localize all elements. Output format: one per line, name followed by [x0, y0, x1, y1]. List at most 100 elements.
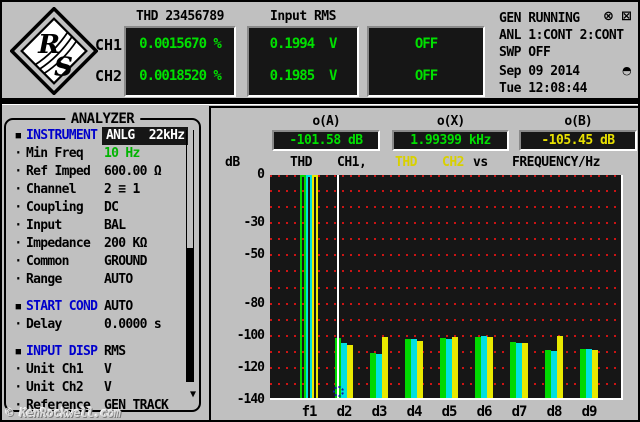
gridline — [270, 399, 621, 400]
menu-item-label: Delay — [26, 317, 62, 332]
y-tick-label: -50 — [243, 247, 265, 262]
gridline — [270, 190, 621, 192]
menu-item-ref-imped[interactable]: · Ref Imped 600.00 Ω — [10, 163, 192, 181]
chart-title-vs: vs — [473, 155, 488, 170]
menu-item-impedance[interactable]: · Impedance 200 KΩ — [10, 235, 192, 253]
x-tick-label-d9: d9 — [581, 404, 598, 420]
menu-item-range[interactable]: · Range AUTO — [10, 271, 192, 289]
menu-item-label: INSTRUMENT — [26, 128, 98, 143]
menu-item-value: 0.0000 s — [104, 317, 162, 332]
x-tick-label-f1: f1 — [301, 404, 318, 420]
thd-ch1-value: 0.0015670 % — [139, 36, 222, 52]
menu-item-label: Channel — [26, 182, 77, 197]
menu-item-value: V — [104, 380, 112, 395]
x-tick-label-d8: d8 — [546, 404, 563, 420]
thd-function-header: THD 23456789 — [136, 9, 224, 24]
date-indicator-icon: ◓ — [622, 64, 632, 77]
menu-item-channel[interactable]: · Channel 2 ≡ 1 — [10, 181, 192, 199]
input-rms-header: Input RMS — [270, 9, 336, 24]
item-bullet-icon: · — [14, 362, 22, 377]
gridline — [270, 303, 621, 305]
item-bullet-icon: · — [14, 146, 22, 161]
ch1-label: CH1 — [95, 36, 123, 54]
section-bullet-icon: ■ — [15, 347, 21, 357]
section-bullet-icon: ■ — [15, 302, 21, 312]
cursor-line[interactable] — [337, 175, 339, 398]
y-tick-label: -120 — [236, 360, 265, 375]
menu-item-input[interactable]: · Input BAL — [10, 217, 192, 235]
aux-display: OFF OFF — [367, 26, 485, 97]
cursor-o-marker[interactable] — [333, 386, 344, 397]
x-tick-label-d3: d3 — [371, 404, 388, 420]
gridline — [270, 254, 621, 256]
menu-item-unit-ch2[interactable]: · Unit Ch2 V — [10, 379, 192, 397]
menu-item-value: RMS — [104, 344, 126, 359]
chart-title-ch1: CH1, — [337, 155, 367, 170]
ch2-label: CH2 — [95, 67, 123, 85]
menu-item-value: AUTO — [104, 272, 133, 287]
menu-item-value: ANLG 22kHz — [102, 127, 189, 145]
thd-chart-panel: o(A) o(X) o(B) -101.58 dB 1.99399 kHz -1… — [209, 106, 638, 420]
gridline — [270, 319, 621, 321]
bar-d9-ch2 — [592, 350, 598, 398]
cursor-a-value: -101.58 dB — [272, 130, 380, 151]
section-divider — [2, 98, 638, 105]
chart-title-thd2: THD — [395, 155, 417, 170]
item-bullet-icon: · — [14, 272, 22, 287]
analyzer-settings-panel: ANALYZER ■ INSTRUMENT ANLG 22kHz · Min Freq 1… — [4, 111, 201, 413]
menu-item-value: 10 Hz — [104, 146, 140, 161]
bar-d5-ch2 — [452, 337, 458, 398]
gridline — [270, 206, 621, 208]
rms-ch2-value: 0.1985 V — [269, 68, 338, 84]
bar-d7-ch2 — [522, 343, 528, 398]
aux-ch1-value: OFF — [414, 36, 438, 52]
watermark: © KenRockwell.com — [6, 406, 121, 420]
menu-item-value: GROUND — [104, 254, 147, 269]
menu-item-delay[interactable]: · Delay 0.0000 s — [10, 316, 192, 334]
swp-status: SWP OFF — [499, 45, 551, 60]
menu-spacer — [10, 289, 192, 298]
item-bullet-icon: · — [14, 254, 22, 269]
scrollbar-thumb[interactable] — [186, 248, 194, 382]
menu-item-value: V — [104, 362, 112, 377]
x-tick-label-d2: d2 — [336, 404, 353, 420]
menu-item-input-disp[interactable]: ■ INPUT DISP RMS — [10, 343, 192, 361]
scroll-down-arrow-icon[interactable]: ▼ — [190, 390, 196, 400]
gridline — [270, 335, 621, 337]
bar-plot-area — [270, 175, 623, 400]
menu-item-label: Range — [26, 272, 62, 287]
bar-d8-ch2 — [557, 336, 563, 398]
y-tick-label: 0 — [257, 167, 265, 182]
menu-item-value: 200 KΩ — [104, 236, 147, 251]
monitor-muted-icon: ⊠ — [621, 9, 632, 24]
section-bullet-icon: ■ — [15, 131, 21, 141]
menu-item-label: Coupling — [26, 200, 84, 215]
y-tick-label: -80 — [243, 296, 265, 311]
menu-item-label: Impedance — [26, 236, 91, 251]
menu-item-label: Ref Imped — [26, 164, 91, 179]
item-bullet-icon: · — [14, 182, 22, 197]
cursor-b-label: o(B) — [564, 114, 592, 129]
aux-ch2-value: OFF — [414, 68, 438, 84]
bar-d4-ch2 — [417, 341, 423, 398]
menu-item-min-freq[interactable]: · Min Freq 10 Hz — [10, 145, 192, 163]
menu-item-unit-ch1[interactable]: · Unit Ch1 V — [10, 361, 192, 379]
item-bullet-icon: · — [14, 236, 22, 251]
menu-item-value: 2 ≡ 1 — [104, 182, 140, 197]
rms-ch1-value: 0.1994 V — [269, 36, 338, 52]
menu-item-common[interactable]: · Common GROUND — [10, 253, 192, 271]
menu-item-label: Unit Ch1 — [26, 362, 84, 377]
menu-scrollbar[interactable] — [186, 130, 194, 382]
menu-spacer — [10, 334, 192, 343]
status-date: Sep 09 2014 — [499, 64, 580, 79]
bar-d3-ch2 — [382, 337, 388, 398]
menu-item-value: 600.00 Ω — [104, 164, 162, 179]
menu-item-coupling[interactable]: · Coupling DC — [10, 199, 192, 217]
menu-item-start-cond[interactable]: ■ START COND AUTO — [10, 298, 192, 316]
x-tick-label-d5: d5 — [441, 404, 458, 420]
menu-item-instrument[interactable]: ■ INSTRUMENT ANLG 22kHz — [10, 127, 192, 145]
item-bullet-icon: · — [14, 164, 22, 179]
x-axis-title: FREQUENCY/Hz — [512, 155, 600, 170]
gridline — [270, 175, 621, 177]
y-tick-label: -140 — [236, 392, 265, 407]
